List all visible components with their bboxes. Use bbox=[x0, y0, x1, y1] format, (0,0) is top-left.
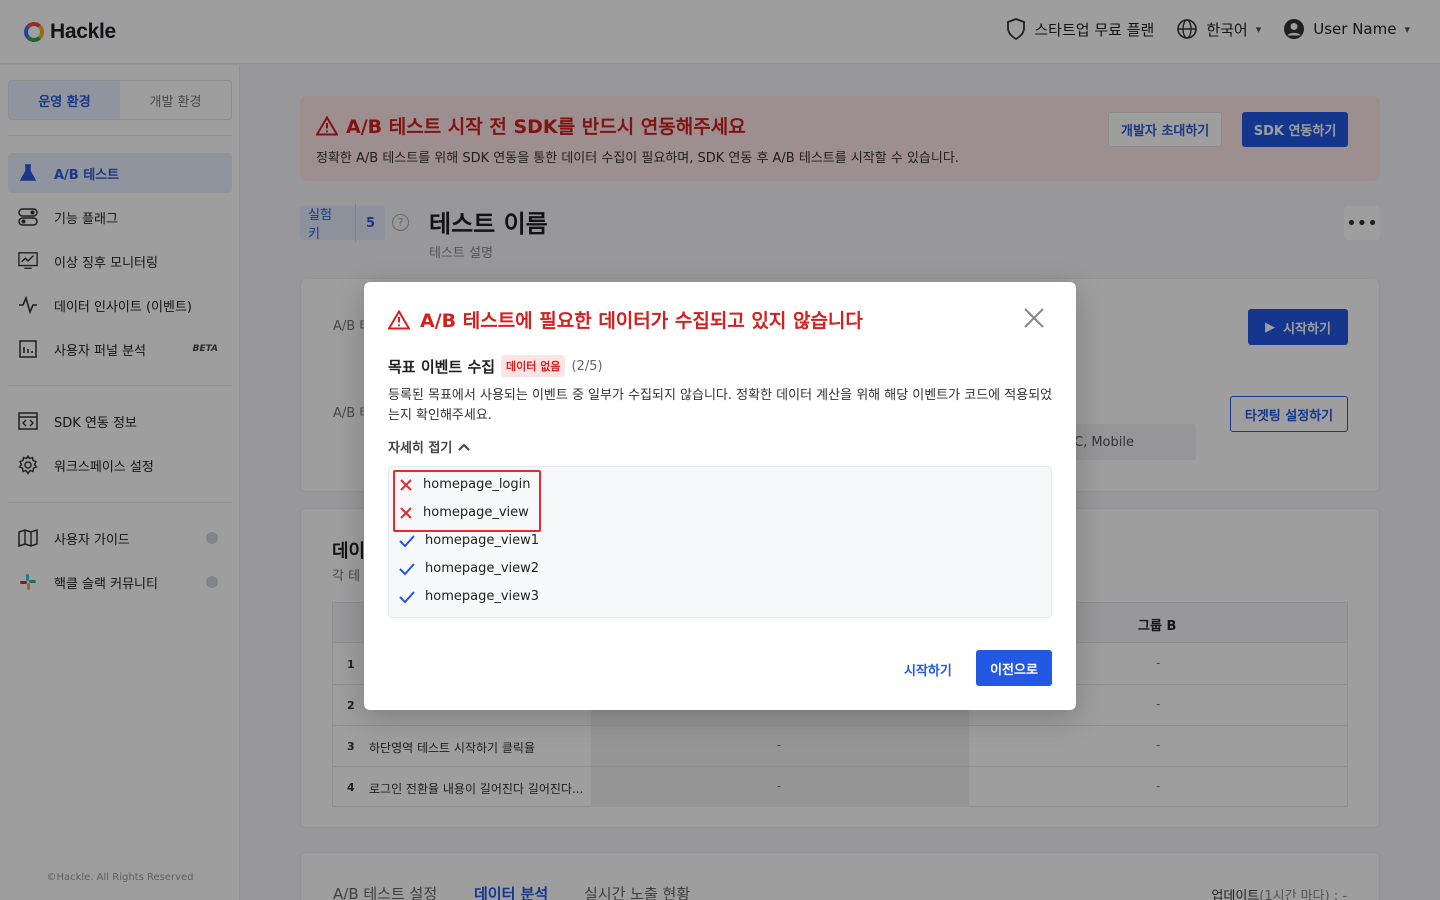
close-icon[interactable] bbox=[1022, 306, 1046, 330]
modal-back-button[interactable]: 이전으로 bbox=[976, 650, 1052, 686]
modal-title: A/B 테스트에 필요한 데이터가 수집되고 있지 않습니다 bbox=[420, 310, 863, 332]
warning-icon bbox=[388, 309, 410, 329]
list-item: homepage_view bbox=[399, 505, 529, 520]
event-name: homepage_login bbox=[423, 477, 531, 492]
list-item: homepage_view1 bbox=[399, 533, 539, 548]
event-name: homepage_view1 bbox=[425, 533, 540, 548]
no-data-badge: 데이터 없음 bbox=[501, 355, 566, 377]
modal-start-button[interactable]: 시작하기 bbox=[904, 660, 952, 679]
list-item: homepage_view2 bbox=[399, 561, 539, 576]
x-mark-icon bbox=[400, 478, 412, 491]
list-item: homepage_view3 bbox=[399, 589, 539, 604]
event-name: homepage_view2 bbox=[425, 561, 540, 576]
collapse-label: 자세히 접기 bbox=[388, 441, 453, 456]
event-list: homepage_login homepage_view homepage_vi… bbox=[388, 466, 1052, 618]
check-icon bbox=[399, 590, 415, 603]
modal-subtitle: 목표 이벤트 수집 bbox=[388, 357, 496, 376]
collapse-details-toggle[interactable]: 자세히 접기 bbox=[388, 437, 471, 456]
list-item: homepage_login bbox=[399, 477, 531, 492]
chevron-up-icon bbox=[458, 443, 471, 451]
check-icon bbox=[399, 562, 415, 575]
data-missing-modal: A/B 테스트에 필요한 데이터가 수집되고 있지 않습니다 목표 이벤트 수집… bbox=[364, 282, 1076, 710]
event-name: homepage_view3 bbox=[425, 589, 540, 604]
event-count: (2/5) bbox=[571, 358, 603, 374]
event-name: homepage_view bbox=[423, 505, 529, 520]
x-mark-icon bbox=[400, 506, 412, 519]
check-icon bbox=[399, 534, 415, 547]
modal-description: 등록된 목표에서 사용되는 이벤트 중 일부가 수집되지 않습니다. 정확한 데… bbox=[388, 388, 1053, 423]
